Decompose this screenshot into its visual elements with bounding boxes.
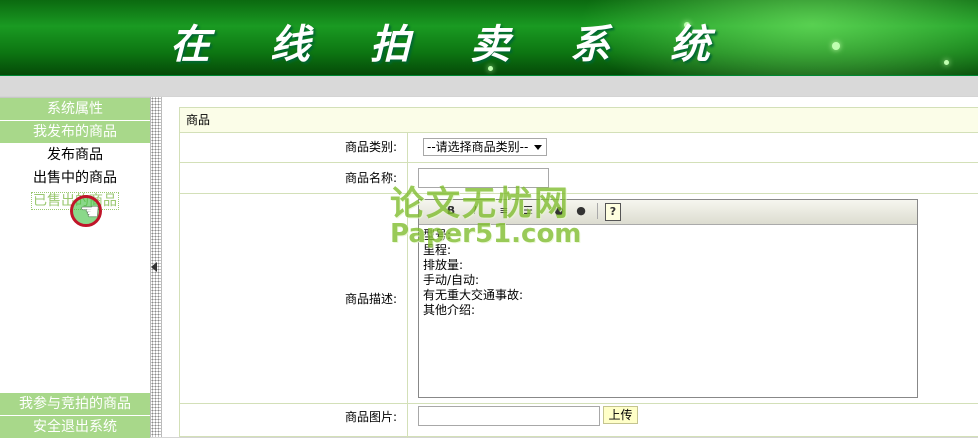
- sidebar-item-label: 发布商品: [47, 147, 103, 163]
- upload-button[interactable]: 上传: [603, 406, 638, 424]
- description-label: 商品描述:: [180, 194, 408, 403]
- sidebar-bottom-group: 我参与竞拍的商品 安全退出系统: [0, 393, 150, 438]
- help-icon[interactable]: ?: [605, 203, 621, 221]
- category-select-value: --请选择商品类别--: [427, 140, 529, 154]
- form-row-image: 商品图片: 上传: [180, 404, 978, 438]
- description-line: 排放量:: [423, 258, 464, 272]
- main-content: 商品 商品类别: --请选择商品类别-- 商品名称: 商品描述: B I ≡ ☰…: [162, 97, 978, 438]
- description-line: 其他介绍:: [423, 303, 476, 317]
- ordered-list-icon[interactable]: ≡: [497, 203, 511, 219]
- sidebar-header-my-bids[interactable]: 我参与竞拍的商品: [0, 393, 150, 416]
- sidebar-item-items-on-sale[interactable]: 出售中的商品: [0, 167, 150, 190]
- unordered-list-icon[interactable]: ☰: [521, 203, 535, 219]
- system-title: 在线拍卖系统: [170, 21, 770, 68]
- form-row-description: 商品描述: B I ≡ ☰ ● ● ? 型号: 里程: 排放量: 手动/自动:: [180, 194, 978, 404]
- sparkle: [944, 60, 949, 65]
- category-label: 商品类别:: [180, 132, 408, 162]
- name-label: 商品名称:: [180, 163, 408, 193]
- description-line: 里程:: [423, 243, 452, 257]
- editor-toolbar: B I ≡ ☰ ● ● ?: [419, 200, 917, 225]
- sidebar: 系统属性 我发布的商品 发布商品 出售中的商品 已售出的商品 我参与竞拍的商品 …: [0, 97, 150, 438]
- italic-icon[interactable]: I: [469, 203, 481, 219]
- item-name-input[interactable]: [418, 168, 549, 188]
- form-row-name: 商品名称:: [180, 163, 978, 194]
- item-form-panel: 商品 商品类别: --请选择商品类别-- 商品名称: 商品描述: B I ≡ ☰…: [179, 107, 978, 438]
- chevron-down-icon: [534, 145, 542, 150]
- sidebar-header-my-published-items[interactable]: 我发布的商品: [0, 121, 150, 144]
- sidebar-item-label: 出售中的商品: [33, 170, 117, 186]
- sidebar-header-logout[interactable]: 安全退出系统: [0, 416, 150, 438]
- image-path-input[interactable]: [418, 406, 600, 426]
- description-editor[interactable]: B I ≡ ☰ ● ● ? 型号: 里程: 排放量: 手动/自动: 有无重大交通…: [418, 199, 918, 398]
- description-line: 手动/自动:: [423, 273, 480, 287]
- sidebar-item-publish-item[interactable]: 发布商品: [0, 144, 150, 167]
- panel-title: 商品: [180, 108, 978, 133]
- toolbar-separator: [597, 203, 598, 219]
- sidebar-header-system-properties[interactable]: 系统属性: [0, 98, 150, 121]
- unlink-icon[interactable]: ●: [575, 203, 587, 219]
- link-icon[interactable]: ●: [553, 203, 565, 219]
- description-line: 型号:: [423, 228, 452, 242]
- image-label: 商品图片:: [180, 404, 408, 438]
- header-divider-band: [0, 76, 978, 96]
- category-select[interactable]: --请选择商品类别--: [423, 138, 547, 156]
- bold-icon[interactable]: B: [445, 203, 457, 219]
- hand-cursor-icon: ☚: [80, 200, 100, 225]
- sparkle: [832, 42, 840, 50]
- form-row-category: 商品类别: --请选择商品类别--: [180, 132, 978, 163]
- header-banner: 在线拍卖系统: [0, 0, 978, 76]
- description-line: 有无重大交通事故:: [423, 288, 524, 302]
- collapse-arrow-icon[interactable]: [151, 262, 157, 272]
- editor-body[interactable]: 型号: 里程: 排放量: 手动/自动: 有无重大交通事故: 其他介绍:: [419, 225, 917, 321]
